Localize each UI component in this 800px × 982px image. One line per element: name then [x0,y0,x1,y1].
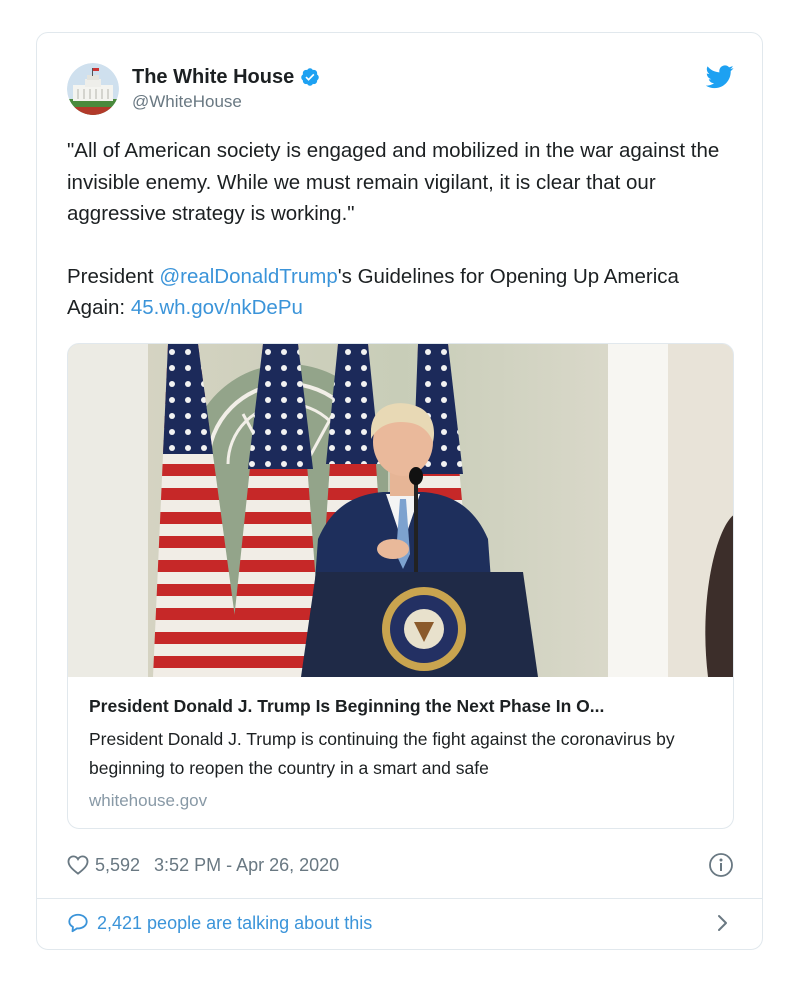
speech-bubble-icon [67,912,89,934]
tweet-meta-row: 5,592 3:52 PM - Apr 26, 2020 [67,851,734,879]
tweet-header: The White House @WhiteHouse [67,61,734,121]
chevron-right-icon[interactable] [716,913,730,933]
heart-icon[interactable] [67,855,89,875]
like-count[interactable]: 5,592 [95,855,140,876]
avatar[interactable] [67,63,119,115]
card-body: President Donald J. Trump Is Beginning t… [89,694,717,812]
author-handle[interactable]: @WhiteHouse [132,92,320,112]
card-description: President Donald J. Trump is continuing … [89,729,675,778]
card-title[interactable]: President Donald J. Trump Is Beginning t… [89,694,717,718]
info-icon[interactable] [708,852,734,878]
mention-link[interactable]: @realDonaldTrump [159,265,337,288]
author-block[interactable]: The White House @WhiteHouse [132,65,320,112]
tweet-url-link[interactable]: 45.wh.gov/nkDePu [131,296,303,319]
conversation-link[interactable]: 2,421 people are talking about this [67,907,734,939]
text-before-mention: President [67,264,160,288]
link-preview-card[interactable]: President Donald J. Trump Is Beginning t… [67,343,734,829]
divider [37,898,762,899]
timestamp[interactable]: 3:52 PM - Apr 26, 2020 [154,855,339,876]
author-name[interactable]: The White House [132,65,294,89]
tweet-guidelines: President @realDonaldTrump's Guidelines … [67,261,737,324]
tweet-card[interactable]: The White House @WhiteHouse "All of Amer… [36,32,763,950]
twitter-bird-icon[interactable] [705,65,734,89]
tweet-quote: "All of American society is engaged and … [67,139,720,225]
tweet-text: "All of American society is engaged and … [67,135,737,324]
verified-badge-icon [300,67,320,87]
card-domain: whitehouse.gov [89,791,208,810]
author-name-row: The White House [132,65,320,89]
conversation-text[interactable]: 2,421 people are talking about this [97,913,372,934]
card-image[interactable] [68,344,734,677]
